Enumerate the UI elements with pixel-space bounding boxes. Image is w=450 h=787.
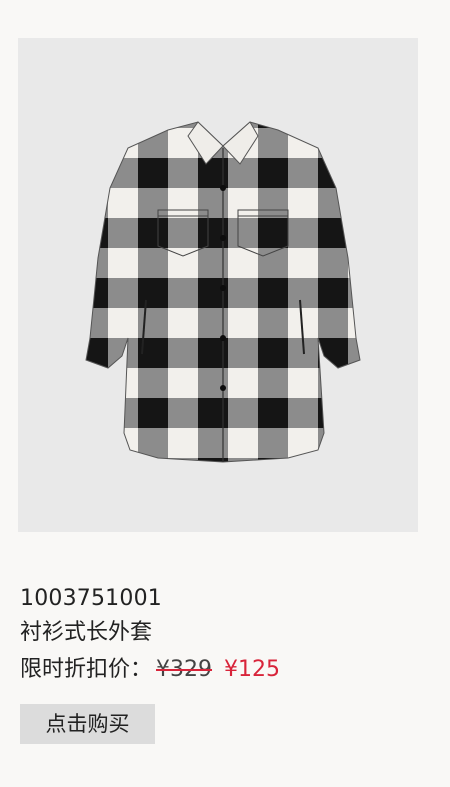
buy-button[interactable]: 点击购买 — [20, 704, 155, 744]
price-line: 限时折扣价： ¥329 ¥125 — [20, 656, 280, 684]
product-sku: 1003751001 — [20, 586, 162, 611]
product-image[interactable] — [18, 38, 418, 532]
plaid-coat-illustration — [85, 121, 361, 463]
sale-price: ¥125 — [224, 657, 281, 682]
original-price: ¥329 — [156, 657, 213, 682]
product-name[interactable]: 衬衫式长外套 — [20, 620, 152, 646]
price-label: 限时折扣价： — [20, 657, 153, 682]
